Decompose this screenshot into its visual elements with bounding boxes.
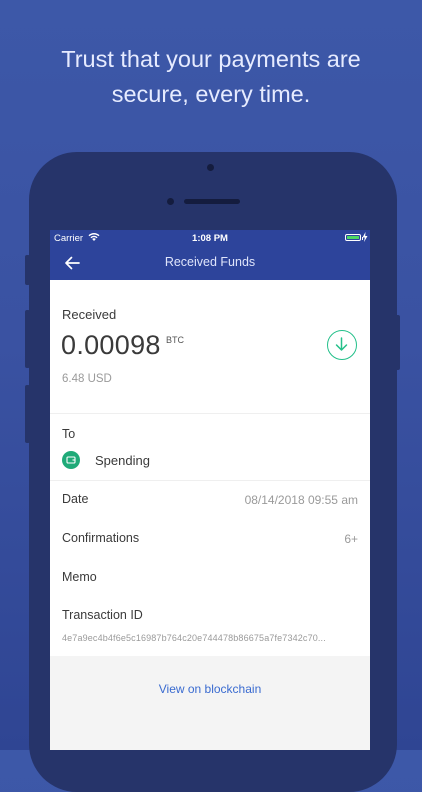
confirmations-label: Confirmations [62, 531, 140, 545]
footer-section: View on blockchain [50, 656, 370, 750]
date-value: 08/14/2018 09:55 am [244, 493, 358, 507]
section-divider [50, 413, 370, 414]
headline-line-1: Trust that your payments are [61, 46, 361, 72]
section-divider [50, 480, 370, 481]
wallet-name: Spending [95, 453, 150, 468]
received-download-icon [327, 330, 357, 360]
wallet-icon [62, 451, 80, 469]
phone-volume-up [25, 310, 30, 368]
transaction-id-value[interactable]: 4e7a9ec4b4f6e5c16987b764c20e744478b86675… [62, 633, 358, 643]
page-title: Received Funds [164, 255, 256, 269]
fiat-amount: 6.48 USD [62, 373, 112, 385]
status-time: 1:08 PM [192, 233, 228, 244]
phone-power-button [395, 315, 400, 370]
memo-label: Memo [62, 570, 97, 584]
phone-volume-down [25, 385, 30, 443]
confirmations-value: 6+ [344, 532, 358, 546]
status-bar: Carrier 1:08 PM [50, 230, 370, 246]
currency-code: BTC [166, 335, 184, 345]
charging-bolt-icon [362, 232, 368, 242]
navigation-bar: Received Funds [50, 246, 370, 280]
battery-icon [345, 234, 363, 241]
headline-line-2: secure, every time. [111, 81, 311, 107]
marketing-headline: Trust that your payments are secure, eve… [0, 42, 422, 112]
amount-value: 0.00098 [61, 330, 161, 360]
phone-front-camera [207, 164, 214, 171]
phone-sensor [167, 198, 174, 205]
phone-mute-switch [25, 255, 30, 285]
app-screen: Carrier 1:08 PM Received Funds Received … [50, 230, 370, 750]
date-label: Date [62, 492, 89, 506]
view-on-blockchain-link[interactable]: View on blockchain [50, 682, 370, 696]
phone-speaker [184, 199, 240, 204]
to-label: To [62, 427, 76, 441]
transaction-id-label: Transaction ID [62, 608, 143, 622]
direction-label: Received [62, 307, 117, 322]
